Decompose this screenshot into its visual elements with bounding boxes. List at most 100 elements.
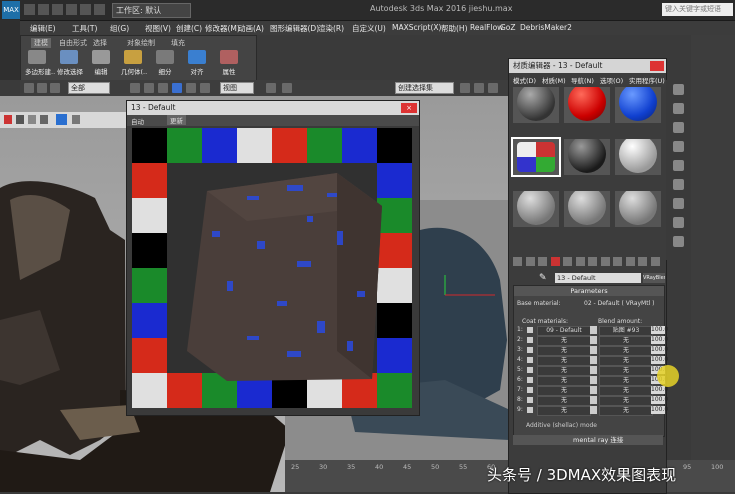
make-unique-icon[interactable] xyxy=(575,257,585,266)
put-to-scene-icon[interactable] xyxy=(525,257,535,266)
select-by-name-icon[interactable] xyxy=(144,83,154,93)
menu-item[interactable]: GoZ xyxy=(500,23,516,32)
color-swatch[interactable] xyxy=(590,376,597,384)
coat-material-button[interactable]: 无 xyxy=(537,406,591,416)
ribbon-tab[interactable]: 选择 xyxy=(93,38,107,48)
blend-map-button[interactable]: 无 xyxy=(599,336,653,346)
base-material-button[interactable]: 02 - Default ( VRayMtl ) xyxy=(584,300,655,307)
ribbon-button[interactable]: 修改选择 xyxy=(57,50,83,80)
coat-enable-checkbox[interactable] xyxy=(527,337,533,343)
menu-item[interactable]: 工具(T) xyxy=(72,23,97,34)
blend-amount-spinner[interactable]: 100.0 xyxy=(651,396,668,404)
menu-item[interactable]: 自定义(U) xyxy=(352,23,386,34)
named-selection-dropdown[interactable]: 创建选择集 xyxy=(395,82,454,94)
ribbon-button[interactable]: 细分 xyxy=(153,50,177,80)
app-logo-icon[interactable]: MAX xyxy=(2,1,20,19)
search-input[interactable]: 键入关键字或短语 xyxy=(662,3,733,16)
parameters-header[interactable]: Parameters xyxy=(514,286,664,296)
unlink-icon[interactable] xyxy=(37,83,47,93)
coat-enable-checkbox[interactable] xyxy=(527,367,533,373)
go-to-parent-icon[interactable] xyxy=(638,257,647,266)
go-sibling-icon[interactable] xyxy=(650,257,660,266)
select-object-icon[interactable] xyxy=(130,83,140,93)
blend-amount-spinner[interactable]: 100.0 xyxy=(651,336,668,344)
blend-amount-spinner[interactable]: 100.0 xyxy=(651,406,668,414)
ribbon-tab[interactable]: 建模 xyxy=(31,38,51,48)
get-material-icon[interactable] xyxy=(513,257,522,266)
pivot-center-icon[interactable] xyxy=(266,83,276,93)
menu-item[interactable]: 动画(A) xyxy=(238,23,264,34)
sample-slot[interactable] xyxy=(511,137,561,177)
material-editor-menu-item[interactable]: 选项(O) xyxy=(600,75,623,85)
blend-amount-spinner[interactable]: 100.0 xyxy=(651,326,668,334)
blend-map-button[interactable]: 无 xyxy=(599,406,653,416)
reference-coord-dropdown[interactable]: 视图 xyxy=(220,82,254,94)
ribbon-tab[interactable]: 对象绘制 xyxy=(127,38,155,48)
selection-filter-dropdown[interactable]: 全部 xyxy=(68,82,110,94)
material-editor-menu-item[interactable]: 模式(D) xyxy=(513,75,536,85)
save-file-icon[interactable] xyxy=(52,4,63,15)
undo-icon[interactable] xyxy=(66,4,77,15)
coat-material-button[interactable]: 无 xyxy=(537,346,591,356)
coat-material-button[interactable]: 09 - Default xyxy=(537,326,591,336)
rect-select-icon[interactable] xyxy=(158,83,168,93)
background-icon[interactable] xyxy=(673,122,684,133)
blend-map-button[interactable]: 无 xyxy=(599,356,653,366)
mental-ray-rollout[interactable]: mental ray 连接 xyxy=(513,435,663,445)
ribbon-button[interactable]: 几何体(.. xyxy=(121,50,147,80)
material-editor-close-icon[interactable] xyxy=(650,61,664,71)
select-by-material-icon[interactable] xyxy=(673,217,684,228)
sample-slot[interactable] xyxy=(564,139,610,175)
mirror-icon[interactable] xyxy=(460,83,470,93)
project-folder-icon[interactable] xyxy=(94,4,105,15)
render-icon[interactable] xyxy=(4,115,12,124)
coat-material-button[interactable]: 无 xyxy=(537,336,591,346)
auto-checkbox[interactable]: 自动 xyxy=(131,116,144,126)
blend-map-button[interactable]: 无 xyxy=(599,386,653,396)
sample-slot[interactable] xyxy=(513,191,559,227)
color-swatch[interactable] xyxy=(590,336,597,344)
menu-item[interactable]: 图形编辑器(D) xyxy=(270,23,319,34)
assign-material-icon[interactable] xyxy=(538,257,547,266)
ribbon-tab[interactable]: 填充 xyxy=(171,38,185,48)
rotate-icon[interactable] xyxy=(200,83,210,93)
material-editor-menu-item[interactable]: 导航(N) xyxy=(571,75,594,85)
video-check-icon[interactable] xyxy=(673,160,684,171)
material-editor-icon[interactable] xyxy=(56,114,67,125)
material-id-icon[interactable] xyxy=(600,257,610,266)
copy-material-icon[interactable] xyxy=(563,257,572,266)
sample-slot[interactable] xyxy=(615,139,661,175)
coat-enable-checkbox[interactable] xyxy=(527,397,533,403)
sample-slot[interactable] xyxy=(564,87,610,123)
eyedropper-icon[interactable]: ✎ xyxy=(539,273,549,283)
backlight-icon[interactable] xyxy=(673,103,684,114)
menu-item[interactable]: 组(G) xyxy=(110,23,129,34)
blend-amount-spinner[interactable]: 100.0 xyxy=(651,356,668,364)
render-frame-icon[interactable] xyxy=(16,115,24,124)
coat-material-button[interactable]: 无 xyxy=(537,386,591,396)
update-button[interactable]: 更新 xyxy=(167,115,186,125)
options-icon[interactable] xyxy=(673,198,684,209)
menu-item[interactable]: 视图(V) xyxy=(145,23,171,34)
additive-mode-checkbox[interactable]: Additive (shellac) mode xyxy=(526,422,597,429)
material-type-button[interactable]: VRayBlendMtl xyxy=(643,273,665,283)
sample-slot[interactable] xyxy=(513,87,559,123)
material-name-input[interactable]: 13 - Default xyxy=(555,273,641,283)
coat-enable-checkbox[interactable] xyxy=(527,387,533,393)
workspace-dropdown[interactable]: 工作区: 默认 xyxy=(112,3,191,18)
color-swatch[interactable] xyxy=(590,326,597,334)
sample-slot[interactable] xyxy=(615,191,661,227)
material-editor-menu-item[interactable]: 材质(M) xyxy=(542,75,566,85)
blend-map-button[interactable]: 无 xyxy=(599,346,653,356)
new-file-icon[interactable] xyxy=(24,4,35,15)
ribbon-button[interactable]: 多边形建.. xyxy=(25,50,55,80)
coat-material-button[interactable]: 无 xyxy=(537,376,591,386)
blend-map-button[interactable]: 贴图 #93 xyxy=(599,326,653,336)
close-icon[interactable]: × xyxy=(401,103,417,113)
sample-slot[interactable] xyxy=(564,191,610,227)
sample-uv-icon[interactable] xyxy=(673,141,684,152)
render-setup-icon[interactable] xyxy=(28,115,36,124)
coat-material-button[interactable]: 无 xyxy=(537,396,591,406)
ribbon-button[interactable]: 编辑 xyxy=(89,50,113,80)
ribbon-button[interactable]: 对齐 xyxy=(185,50,209,80)
